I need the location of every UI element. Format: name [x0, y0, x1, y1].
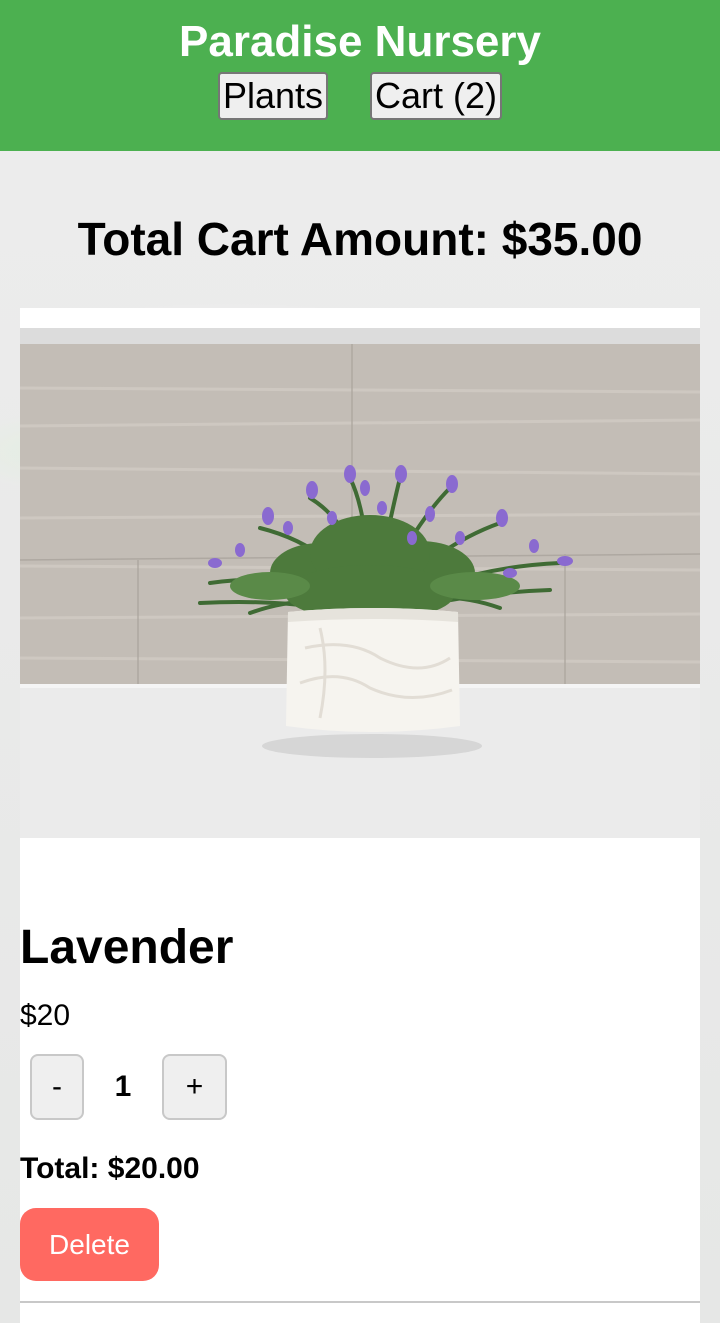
increment-button[interactable]: +	[162, 1054, 227, 1120]
brand-title: Paradise Nursery	[179, 17, 541, 66]
item-total: Total: $20.00	[20, 1152, 200, 1185]
plant-price: $20	[20, 999, 71, 1032]
navbar: Paradise Nursery Plants Cart (2)	[0, 0, 720, 151]
plant-name: Lavender	[20, 921, 234, 974]
quantity-value: 1	[114, 1070, 132, 1103]
quantity-stepper: - 1 +	[30, 1054, 227, 1120]
item-divider	[20, 1301, 700, 1303]
cart-item-card: Lavender $20 - 1 + Total: $20.00 Delete	[20, 308, 700, 1323]
decrement-button[interactable]: -	[30, 1054, 84, 1120]
plants-button[interactable]: Plants	[217, 72, 329, 120]
cart-total-amount: Total Cart Amount: $35.00	[77, 213, 643, 265]
lavender-plant-illustration	[20, 328, 700, 838]
delete-button[interactable]: Delete	[20, 1208, 159, 1281]
nav-buttons: Plants Cart (2)	[0, 72, 720, 120]
plant-image	[20, 328, 700, 838]
cart-button[interactable]: Cart (2)	[370, 72, 503, 120]
